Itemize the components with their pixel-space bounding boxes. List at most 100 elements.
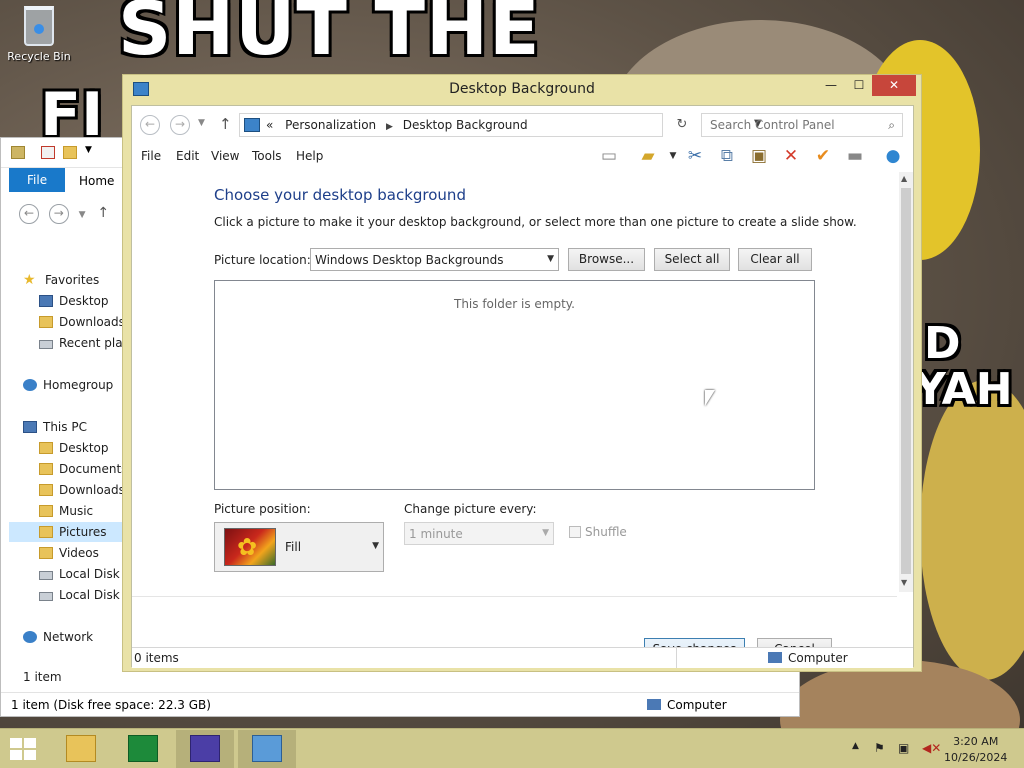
breadcrumb-overflow[interactable]: « <box>266 118 273 132</box>
back-arrow-icon[interactable]: ← <box>19 204 39 224</box>
shuffle-checkbox[interactable]: Shuffle <box>569 525 627 539</box>
search-input[interactable] <box>702 114 872 136</box>
change-picture-select[interactable]: 1 minute ▼ <box>404 522 554 545</box>
folder-options-icon[interactable]: ▰ <box>637 146 659 166</box>
tree-pc-pictures[interactable]: Pictures <box>39 522 107 542</box>
taskbar-file-explorer[interactable] <box>52 730 110 768</box>
network-icon <box>23 631 37 643</box>
refresh-icon[interactable]: ↻ <box>670 114 694 136</box>
breadcrumb-desktop-background[interactable]: Desktop Background <box>403 118 528 132</box>
maximize-button[interactable]: ☐ <box>845 75 873 96</box>
browse-button[interactable]: Browse... <box>568 248 645 271</box>
change-picture-label: Change picture every: <box>404 502 537 516</box>
window-title: Desktop Background <box>449 81 595 97</box>
clock-date: 10/26/2024 <box>944 751 1008 764</box>
picture-location-value: Windows Desktop Backgrounds <box>315 253 504 267</box>
customize-toolbar-chevron-icon[interactable]: ▼ <box>85 145 92 155</box>
tree-pc-music[interactable]: Music <box>39 501 93 521</box>
tree-homegroup[interactable]: Homegroup <box>23 375 113 395</box>
layout-pane-icon[interactable]: ▭ <box>598 146 620 166</box>
copy-icon[interactable]: ⧉ <box>716 146 738 166</box>
tree-network[interactable]: Network <box>23 627 93 647</box>
star-icon: ★ <box>23 272 36 288</box>
options-chevron-icon[interactable]: ▼ <box>662 146 684 166</box>
tree-this-pc[interactable]: This PC <box>23 417 87 437</box>
explorer-status-text: 1 item (Disk free space: 22.3 GB) <box>11 698 211 712</box>
gear-icon <box>190 735 220 762</box>
properties-icon[interactable] <box>11 146 25 159</box>
taskbar: ▲ ⚑ ▣ ◀✕ 3:20 AM 10/26/2024 <box>0 728 1024 768</box>
menu-view[interactable]: View <box>211 149 239 163</box>
clear-all-button[interactable]: Clear all <box>738 248 812 271</box>
scrollbar-thumb[interactable] <box>901 188 911 574</box>
wallpaper-caption-top: SHUT THE <box>118 0 541 72</box>
breadcrumb-personalization[interactable]: Personalization <box>285 118 376 132</box>
volume-muted-icon[interactable]: ◀✕ <box>922 741 941 755</box>
tree-pc-downloads[interactable]: Downloads <box>39 480 125 500</box>
forward-arrow-icon[interactable]: → <box>170 115 190 135</box>
tree-fav-desktop[interactable]: Desktop <box>39 291 109 311</box>
show-hidden-icons-chevron-icon[interactable]: ▲ <box>852 741 859 751</box>
globe-icon[interactable]: ● <box>882 146 904 166</box>
up-arrow-icon[interactable]: ↑ <box>219 115 232 133</box>
action-center-flag-icon[interactable]: ⚑ <box>874 741 885 755</box>
picture-position-label: Picture position: <box>214 502 311 516</box>
explorer-status-computer: Computer <box>647 693 727 717</box>
taskbar-clock[interactable]: 3:20 AM 10/26/2024 <box>944 734 1007 766</box>
folder-icon[interactable] <box>63 146 77 159</box>
up-arrow-icon[interactable]: ↑ <box>97 205 109 221</box>
menu-help[interactable]: Help <box>296 149 323 163</box>
menu-tools[interactable]: Tools <box>252 149 282 163</box>
forward-arrow-icon[interactable]: → <box>48 204 69 224</box>
delete-icon[interactable]: ✕ <box>780 146 802 166</box>
menu-edit[interactable]: Edit <box>176 149 199 163</box>
vertical-scrollbar[interactable]: ▲ ▼ <box>899 172 913 592</box>
checkbox-box <box>569 526 581 538</box>
recent-pages-chevron-icon[interactable]: ▼ <box>198 118 205 128</box>
cut-icon[interactable]: ✂ <box>684 146 706 166</box>
folder-icon <box>39 547 53 559</box>
picture-location-select[interactable]: Windows Desktop Backgrounds ▼ <box>310 248 559 271</box>
network-icon[interactable]: ▣ <box>898 741 909 755</box>
tree-favorites[interactable]: ★ Favorites <box>23 270 99 290</box>
select-all-button[interactable]: Select all <box>654 248 730 271</box>
desktop-background-window[interactable]: Desktop Background — ☐ ✕ ← → ▼ ↑ « Perso… <box>122 74 922 672</box>
back-arrow-icon[interactable]: ← <box>140 115 160 135</box>
file-explorer-icon <box>66 735 96 762</box>
chevron-right-icon[interactable]: ▶ <box>386 122 393 132</box>
scroll-down-arrow-icon[interactable]: ▼ <box>901 578 907 587</box>
window-titlebar[interactable]: Desktop Background — ☐ ✕ <box>123 75 921 105</box>
taskbar-settings[interactable] <box>176 730 234 768</box>
tree-pc-documents[interactable]: Documents <box>39 459 127 479</box>
explorer-navigation-buttons: ← → ▼ ↑ <box>19 204 109 224</box>
fill-preview-thumbnail <box>224 528 276 566</box>
picture-list[interactable]: This folder is empty. <box>214 280 815 490</box>
tree-fav-downloads[interactable]: Downloads <box>39 312 125 332</box>
close-button[interactable]: ✕ <box>872 75 916 96</box>
scroll-up-arrow-icon[interactable]: ▲ <box>901 174 907 183</box>
tab-file[interactable]: File <box>9 168 65 192</box>
tab-home[interactable]: Home <box>79 174 114 188</box>
mouse-cursor-icon <box>705 390 715 406</box>
tree-pc-desktop[interactable]: Desktop <box>39 438 109 458</box>
homegroup-icon <box>23 379 37 391</box>
wallpaper-caption-right-2: YAH <box>914 364 1013 415</box>
properties-icon[interactable]: ▬ <box>844 146 866 166</box>
search-icon[interactable]: ⌕ <box>888 118 895 133</box>
control-panel-icon <box>252 735 282 762</box>
taskbar-control-panel[interactable] <box>238 730 296 768</box>
picture-location-label: Picture location: <box>214 253 311 267</box>
taskbar-store[interactable] <box>114 730 172 768</box>
menu-file[interactable]: File <box>141 149 161 163</box>
picture-position-select[interactable]: Fill ▼ <box>214 522 384 572</box>
paste-icon[interactable]: ▣ <box>748 146 770 166</box>
tree-pc-videos[interactable]: Videos <box>39 543 99 563</box>
start-button[interactable] <box>10 738 38 762</box>
checkmark-icon[interactable]: ✔ <box>812 146 834 166</box>
recycle-bin-desktop-icon[interactable]: Recycle Bin <box>6 6 72 63</box>
address-bar[interactable]: « Personalization ▶ Desktop Background ▼ <box>239 113 762 137</box>
minimize-button[interactable]: — <box>817 75 845 96</box>
recent-locations-chevron-icon[interactable]: ▼ <box>79 210 86 220</box>
folder-icon <box>39 526 53 538</box>
new-folder-icon[interactable] <box>41 146 55 159</box>
